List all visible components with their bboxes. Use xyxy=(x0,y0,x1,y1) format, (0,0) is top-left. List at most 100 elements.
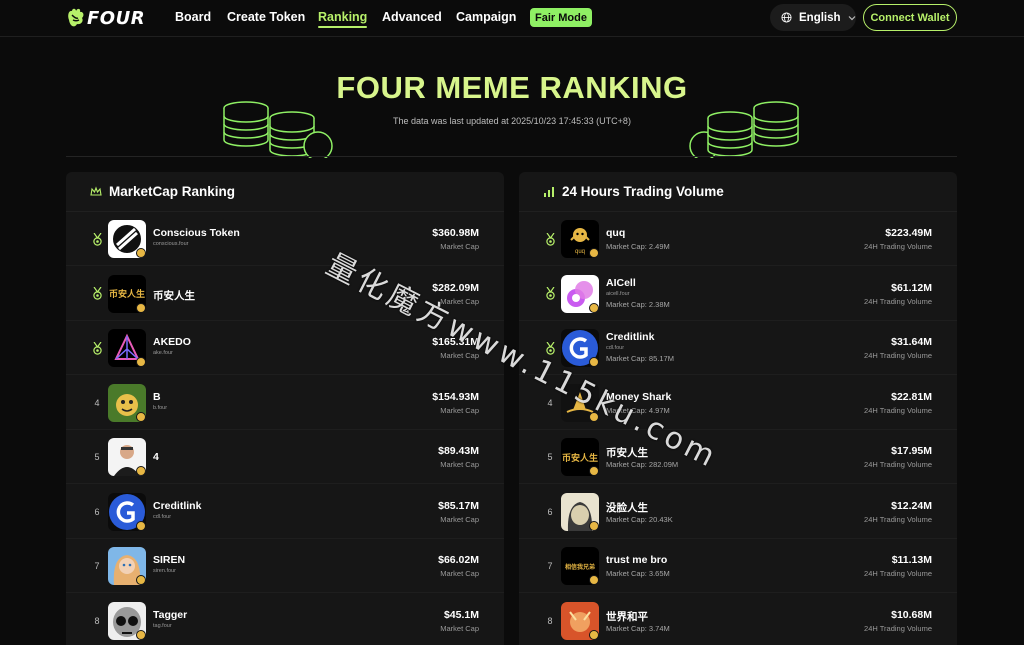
rank-number: 8 xyxy=(94,615,100,626)
ranking-value-label: 24H Trading Volume xyxy=(864,623,932,633)
ranking-row[interactable]: Creditlink cdl.four Market Cap: 85.17M $… xyxy=(519,321,957,375)
rank-number: 7 xyxy=(94,561,100,571)
panel-title: 24 Hours Trading Volume xyxy=(562,184,724,199)
ranking-value-label: Market Cap xyxy=(440,351,479,360)
ranking-value-label: 24H Trading Volume xyxy=(864,296,932,306)
ranking-value: $360.98M xyxy=(432,227,479,239)
ranking-value: $10.68M xyxy=(891,608,932,621)
ranking-value: $31.64M xyxy=(891,336,932,348)
ranking-row[interactable]: 8 世界和平 Market Cap: 3.74M $10.68M 24H Tra… xyxy=(519,594,957,645)
token-name[interactable]: Conscious Token xyxy=(153,227,240,239)
token-name[interactable]: 币安人生 xyxy=(153,288,195,303)
ranking-row[interactable]: 4 B b.four $154.93M Market Cap xyxy=(66,376,504,430)
coin-stack-right-illustration xyxy=(689,101,799,158)
token-name[interactable]: Tagger xyxy=(153,609,187,621)
nav-campaign[interactable]: Campaign xyxy=(456,10,516,24)
rank-number: 4 xyxy=(94,397,100,408)
ranking-value: $61.12M xyxy=(891,281,932,294)
rank-cell: 5 xyxy=(90,430,104,484)
rank-cell xyxy=(90,267,104,321)
rank-cell: 7 xyxy=(543,539,557,593)
ranking-row[interactable]: AICell aicell.four Market Cap: 2.38M $61… xyxy=(519,267,957,321)
ranking-row[interactable]: quq quq Market Cap: 2.49M $223.49M 24H T… xyxy=(519,212,957,266)
rank-number: 4 xyxy=(547,397,553,408)
top-navbar: FOUR Board Create Token Ranking Advanced… xyxy=(0,0,1024,37)
coin-badge-icon xyxy=(136,411,146,422)
token-name[interactable]: SIREN xyxy=(153,554,185,566)
rank-cell: 6 xyxy=(543,485,557,539)
ranking-value: $45.1M xyxy=(443,608,479,621)
ranking-value: $223.49M xyxy=(885,227,932,239)
chevron-down-icon xyxy=(848,15,855,20)
token-name[interactable]: 没脸人生 xyxy=(606,500,648,515)
ranking-row[interactable]: 4 Money Shark Market Cap: 4.97M $22.81M … xyxy=(519,376,957,430)
connect-wallet-button[interactable]: Connect Wallet xyxy=(863,4,957,31)
token-ticker: tag.four xyxy=(153,622,172,629)
token-ticker: cdl.four xyxy=(606,345,625,351)
coin-badge-icon xyxy=(136,248,146,258)
panel-header: MarketCap Ranking xyxy=(66,172,504,212)
logo-text: FOUR xyxy=(87,7,146,29)
medal-icon xyxy=(545,341,555,355)
ranking-value-label: 24H Trading Volume xyxy=(864,569,932,578)
medal-icon xyxy=(92,341,102,355)
ranking-value-label: Market Cap xyxy=(440,296,479,306)
medal-icon xyxy=(92,232,102,246)
token-ticker: conscious.four xyxy=(153,241,189,247)
ranking-row[interactable]: AKEDO ake.four $165.31M Market Cap xyxy=(66,321,504,375)
token-ticker: ake.four xyxy=(153,350,173,356)
token-name[interactable]: quq xyxy=(606,227,625,239)
token-market-cap: Market Cap: 20.43K xyxy=(606,514,673,524)
rank-cell: 8 xyxy=(543,594,557,645)
clover-hand-icon xyxy=(68,8,84,27)
token-name[interactable]: Money Shark xyxy=(606,391,671,403)
rank-cell: 8 xyxy=(90,594,104,645)
nav-advanced[interactable]: Advanced xyxy=(382,10,442,24)
ranking-row[interactable]: 币安人生 币安人生 $282.09M Market Cap xyxy=(66,267,504,321)
nav-ranking[interactable]: Ranking xyxy=(318,10,368,28)
ranking-value-label: 24H Trading Volume xyxy=(864,405,932,415)
coin-badge-icon xyxy=(136,520,146,531)
ranking-row[interactable]: 8 Tagger tag.four $45.1M Market Cap xyxy=(66,594,504,645)
token-name[interactable]: Creditlink xyxy=(606,331,654,343)
ranking-value: $154.93M xyxy=(432,390,479,403)
coin-badge-icon xyxy=(136,357,146,367)
ranking-value-label: 24H Trading Volume xyxy=(864,514,932,524)
token-ticker: cdl.four xyxy=(153,513,172,520)
fair-mode-button[interactable]: Fair Mode xyxy=(530,8,592,27)
token-name[interactable]: B xyxy=(153,391,161,403)
page-title: FOUR MEME RANKING xyxy=(336,70,688,105)
nav-board[interactable]: Board xyxy=(175,10,211,24)
ranking-row[interactable]: 7 SIREN siren.four $66.02M Market Cap xyxy=(66,539,504,593)
coin-badge-icon xyxy=(589,629,599,640)
token-name[interactable]: 4 xyxy=(153,451,159,463)
ranking-row[interactable]: 5 4 $89.43M Market Cap xyxy=(66,430,504,484)
ranking-value: $89.43M xyxy=(438,445,479,457)
bar-chart-icon xyxy=(544,186,554,197)
nav-create-token[interactable]: Create Token xyxy=(227,10,305,24)
token-name[interactable]: Creditlink xyxy=(153,500,201,512)
token-name[interactable]: AKEDO xyxy=(153,336,191,348)
ranking-row[interactable]: 7 相信我兄弟 trust me bro Market Cap: 3.65M $… xyxy=(519,539,957,593)
rank-cell: 4 xyxy=(543,376,557,430)
ranking-row[interactable]: 6 Creditlink cdl.four $85.17M Market Cap xyxy=(66,485,504,539)
ranking-row[interactable]: Conscious Token conscious.four $360.98M … xyxy=(66,212,504,266)
rank-cell xyxy=(90,321,104,375)
ranking-row[interactable]: 6 没脸人生 Market Cap: 20.43K $12.24M 24H Tr… xyxy=(519,485,957,539)
ranking-value-label: Market Cap xyxy=(440,242,479,251)
language-selector[interactable]: English xyxy=(770,4,856,31)
coin-stack-left-illustration xyxy=(223,101,333,158)
coin-badge-icon xyxy=(589,411,599,422)
token-market-cap: Market Cap: 282.09M xyxy=(606,460,679,469)
token-name[interactable]: AICell xyxy=(606,277,636,289)
ranking-row[interactable]: 5 币安人生 币安人生 Market Cap: 282.09M $17.95M … xyxy=(519,430,957,484)
token-name[interactable]: trust me bro xyxy=(606,554,667,566)
token-name[interactable]: 币安人生 xyxy=(606,445,648,460)
token-ticker: aicell.four xyxy=(606,290,630,297)
ranking-value-label: Market Cap xyxy=(440,623,479,633)
ranking-value: $12.24M xyxy=(891,499,932,512)
four-logo[interactable]: FOUR xyxy=(66,6,145,30)
token-name[interactable]: 世界和平 xyxy=(606,609,648,624)
token-market-cap: Market Cap: 85.17M xyxy=(606,354,674,363)
token-market-cap: Market Cap: 2.38M xyxy=(606,299,670,309)
